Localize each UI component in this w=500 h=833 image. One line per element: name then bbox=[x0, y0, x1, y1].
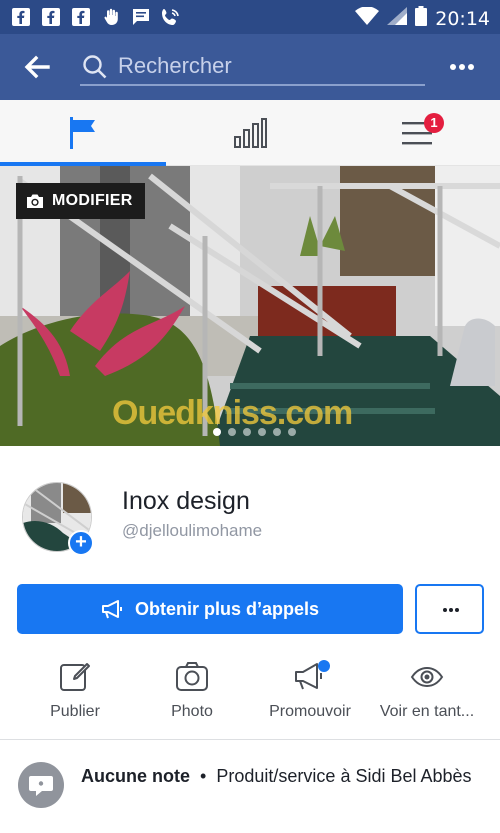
photo-action[interactable]: Photo bbox=[137, 660, 247, 730]
category-text: Produit/service à Sidi Bel Abbès bbox=[216, 766, 472, 786]
add-profile-photo-button[interactable]: + bbox=[68, 530, 94, 556]
pager-dot bbox=[288, 428, 296, 436]
publish-action[interactable]: Publier bbox=[20, 660, 130, 730]
promote-label: Promouvoir bbox=[269, 703, 351, 720]
pager-dot bbox=[273, 428, 281, 436]
tab-menu[interactable] bbox=[334, 100, 500, 166]
tab-insights[interactable] bbox=[167, 100, 333, 166]
facebook-icon bbox=[10, 6, 32, 28]
search-icon bbox=[82, 54, 108, 80]
megaphone-icon bbox=[101, 600, 122, 619]
more-icon bbox=[443, 608, 447, 612]
notification-icons bbox=[10, 6, 182, 28]
search-placeholder: Rechercher bbox=[118, 53, 232, 78]
publish-label: Publier bbox=[50, 703, 100, 720]
system-icons: 20:14 bbox=[355, 6, 490, 31]
view-as-action[interactable]: Voir en tant... bbox=[372, 660, 482, 730]
pager-dot bbox=[243, 428, 251, 436]
more-actions-button[interactable] bbox=[415, 584, 484, 634]
edit-cover-button[interactable]: MODIFIER bbox=[16, 183, 145, 219]
pager-dot bbox=[258, 428, 266, 436]
photo-label: Photo bbox=[171, 703, 213, 720]
cover-pager bbox=[213, 428, 296, 436]
status-bar: 20:14 bbox=[0, 0, 500, 34]
arrow-left-icon bbox=[24, 55, 50, 79]
more-icon bbox=[450, 64, 456, 70]
camera-icon bbox=[27, 194, 43, 208]
notification-badge: 1 bbox=[424, 113, 444, 133]
view-as-label: Voir en tant... bbox=[379, 703, 475, 720]
signal-icon bbox=[387, 7, 408, 30]
edit-cover-label: MODIFIER bbox=[52, 192, 133, 209]
rating-text: Aucune note bbox=[81, 766, 191, 786]
facebook-icon bbox=[40, 6, 62, 28]
top-bar: Rechercher bbox=[0, 34, 500, 100]
wifi-icon bbox=[355, 6, 380, 30]
page-username: @djelloulimohame bbox=[122, 521, 263, 540]
clock: 20:14 bbox=[435, 7, 490, 30]
promote-action[interactable]: Promouvoir bbox=[255, 660, 365, 730]
page-tabs: 1 bbox=[0, 100, 500, 166]
message-icon bbox=[130, 6, 152, 28]
facebook-icon bbox=[70, 6, 92, 28]
cover-photo[interactable]: MODIFIER Ouedkniss.com bbox=[0, 166, 500, 446]
divider bbox=[0, 739, 500, 740]
search-input[interactable]: Rechercher bbox=[80, 50, 425, 86]
page-title: Inox design bbox=[122, 487, 250, 515]
new-indicator-dot bbox=[318, 660, 330, 672]
cta-label: Obtenir plus d’appels bbox=[134, 598, 320, 619]
bar-chart-icon bbox=[234, 118, 267, 148]
edit-icon bbox=[60, 663, 90, 691]
pager-dot bbox=[213, 428, 221, 436]
rating-icon bbox=[18, 762, 64, 808]
tab-page[interactable] bbox=[0, 100, 166, 166]
eye-icon bbox=[410, 666, 444, 688]
get-more-calls-button[interactable]: Obtenir plus d’appels bbox=[17, 584, 403, 634]
back-button[interactable] bbox=[22, 52, 52, 82]
page-info: Aucune note • Produit/service à Sidi Bel… bbox=[81, 765, 481, 788]
pager-dot bbox=[228, 428, 236, 436]
more-options-button[interactable] bbox=[450, 64, 474, 72]
camera-icon bbox=[176, 662, 208, 691]
flag-icon bbox=[70, 117, 95, 149]
hand-icon bbox=[100, 6, 122, 28]
wifi-call-icon bbox=[160, 6, 182, 28]
battery-icon bbox=[415, 6, 428, 31]
